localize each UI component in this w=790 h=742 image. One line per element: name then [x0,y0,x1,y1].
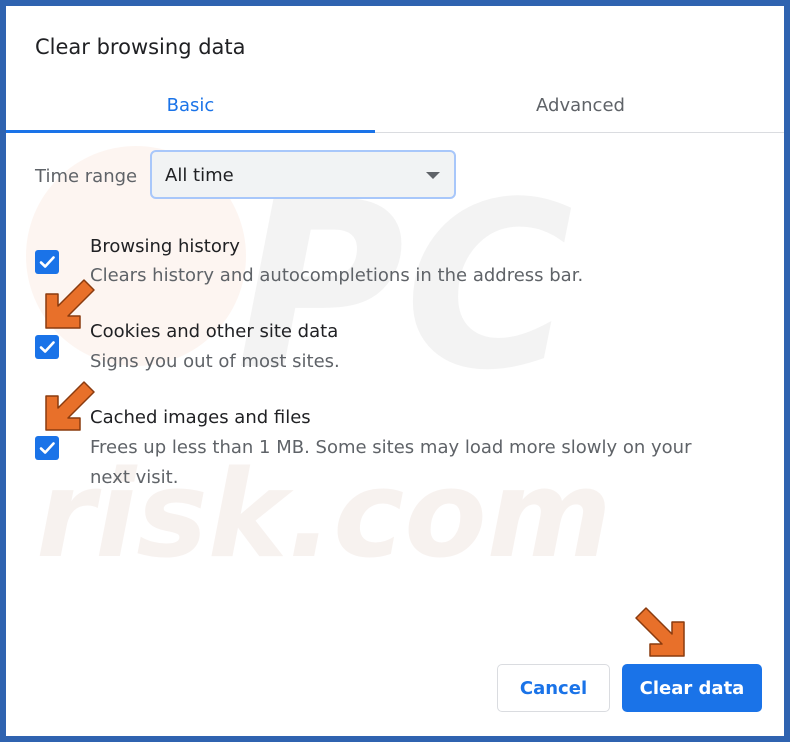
checkmark-icon [39,341,55,353]
clear-browsing-data-dialog: PC risk.com Clear browsing data Basic Ad… [0,0,790,742]
checkmark-icon [39,256,55,268]
browsing-history-checkbox[interactable] [35,250,59,274]
active-tab-indicator [6,130,375,133]
annotation-arrow-icon [45,279,95,329]
checkmark-icon [39,442,55,454]
cookies-description: Signs you out of most sites. [90,351,340,372]
cached-images-description: Frees up less than 1 MB. Some sites may … [90,437,692,488]
cached-images-checkbox[interactable] [35,436,59,460]
time-range-select[interactable]: All time [150,150,456,199]
caret-down-icon [426,172,440,179]
browsing-history-title: Browsing history [90,236,240,257]
browsing-history-description: Clears history and autocompletions in th… [90,265,584,286]
annotation-arrow-icon [635,607,685,657]
dialog-title: Clear browsing data [35,35,246,59]
cancel-button[interactable]: Cancel [497,664,610,712]
time-range-value: All time [165,165,234,186]
cookies-title: Cookies and other site data [90,321,339,342]
cached-images-title: Cached images and files [90,407,311,428]
clear-data-button[interactable]: Clear data [622,664,762,712]
cookies-checkbox[interactable] [35,335,59,359]
annotation-arrow-icon [45,381,95,431]
tab-advanced[interactable]: Advanced [375,94,784,136]
time-range-label: Time range [35,166,138,187]
